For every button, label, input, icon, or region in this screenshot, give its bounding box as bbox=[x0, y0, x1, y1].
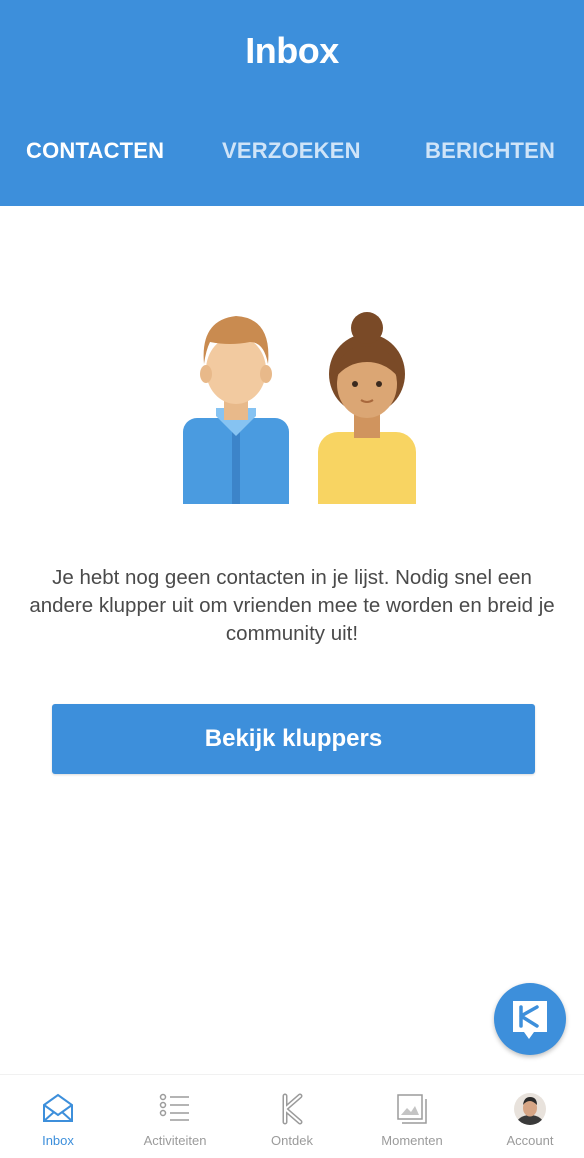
nav-label-inbox: Inbox bbox=[42, 1133, 74, 1148]
avatar bbox=[514, 1093, 546, 1125]
app-header: Inbox CONTACTEN VERZOEKEN BERICHTEN bbox=[0, 0, 584, 206]
nav-item-ontdek[interactable]: Ontdek bbox=[234, 1075, 350, 1158]
tab-berichten[interactable]: BERICHTEN bbox=[425, 138, 555, 164]
nav-label-ontdek: Ontdek bbox=[271, 1133, 313, 1148]
nav-item-activiteiten[interactable]: Activiteiten bbox=[117, 1075, 233, 1158]
k-logo-icon bbox=[234, 1093, 350, 1127]
nav-label-momenten: Momenten bbox=[381, 1133, 443, 1148]
nav-item-account[interactable]: Account bbox=[472, 1075, 584, 1158]
empty-contacts-message: Je hebt nog geen contacten in je lijst. … bbox=[29, 566, 555, 645]
nav-item-inbox[interactable]: Inbox bbox=[0, 1075, 116, 1158]
page-title: Inbox bbox=[245, 30, 339, 71]
bottom-navigation: Inbox Activiteiten Ontdek Momenten Accou… bbox=[0, 1074, 584, 1158]
nav-label-activiteiten: Activiteiten bbox=[143, 1133, 207, 1148]
k-logo-icon bbox=[513, 1001, 547, 1039]
envelope-icon bbox=[0, 1093, 116, 1127]
photo-stack-icon bbox=[354, 1093, 470, 1127]
empty-contacts-illustration bbox=[180, 312, 420, 504]
view-kluppers-button[interactable]: Bekijk kluppers bbox=[52, 704, 535, 774]
klup-chat-button[interactable] bbox=[494, 983, 566, 1055]
tab-verzoeken[interactable]: VERZOEKEN bbox=[222, 138, 361, 164]
nav-item-momenten[interactable]: Momenten bbox=[354, 1075, 470, 1158]
list-icon bbox=[117, 1093, 233, 1127]
inbox-tabs: CONTACTEN VERZOEKEN BERICHTEN bbox=[0, 138, 584, 174]
nav-label-account: Account bbox=[506, 1133, 554, 1148]
two-people-illustration bbox=[183, 312, 416, 504]
tab-contacten[interactable]: CONTACTEN bbox=[26, 138, 164, 164]
